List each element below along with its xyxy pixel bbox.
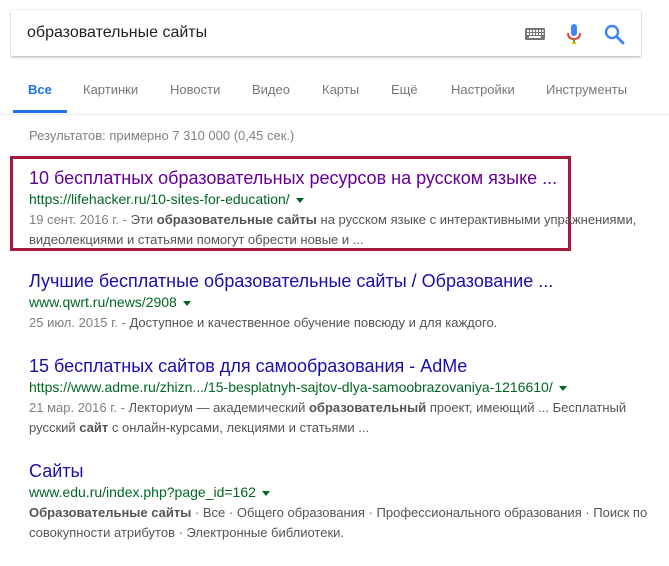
caret-down-icon[interactable] <box>261 490 270 496</box>
search-box <box>11 10 641 56</box>
search-result: Сайты www.edu.ru/index.php?page_id=162 О… <box>29 460 649 543</box>
result-url-line: www.qwrt.ru/news/2908 <box>29 293 649 311</box>
caret-down-icon[interactable] <box>182 300 191 306</box>
result-url-line: https://lifehacker.ru/10-sites-for-educa… <box>29 190 649 208</box>
result-title-link[interactable]: 15 бесплатных сайтов для самообразования… <box>29 355 649 377</box>
snippet-keyword: Образовательные сайты <box>29 505 192 520</box>
search-icon[interactable] <box>602 22 626 46</box>
result-url-line: https://www.adme.ru/zhizn.../15-besplatn… <box>29 378 649 396</box>
tab-images[interactable]: Картинки <box>83 82 138 97</box>
search-result: 10 бесплатных образовательных ресурсов н… <box>29 167 649 250</box>
active-tab-indicator <box>13 110 67 113</box>
search-input[interactable] <box>27 10 497 56</box>
tab-more[interactable]: Ещё <box>391 82 418 97</box>
result-title-link[interactable]: Сайты <box>29 460 649 482</box>
snippet-text: Доступное и качественное обучение повсюд… <box>129 315 498 330</box>
snippet-text: Лекториум — академический <box>128 400 309 415</box>
search-result: 15 бесплатных сайтов для самообразования… <box>29 355 649 438</box>
search-tabs: Все Картинки Новости Видео Карты Ещё Нас… <box>0 70 669 115</box>
tab-tools[interactable]: Инструменты <box>546 82 627 97</box>
snippet-keyword: образовательные сайты <box>156 212 317 227</box>
tab-all[interactable]: Все <box>28 82 52 97</box>
result-date: 21 мар. 2016 г. - <box>29 400 129 415</box>
snippet-text: Эти <box>130 212 157 227</box>
caret-down-icon[interactable] <box>558 385 567 391</box>
result-snippet: 25 июл. 2015 г. - Доступное и качественн… <box>29 313 649 333</box>
tab-video[interactable]: Видео <box>252 82 290 97</box>
result-url-line: www.edu.ru/index.php?page_id=162 <box>29 483 649 501</box>
result-snippet: 21 мар. 2016 г. - Лекториум — академичес… <box>29 398 649 438</box>
search-result: Лучшие бесплатные образовательные сайты … <box>29 270 649 333</box>
caret-down-icon[interactable] <box>295 197 304 203</box>
result-url[interactable]: https://www.adme.ru/zhizn.../15-besplatn… <box>29 379 553 395</box>
result-snippet: 19 сент. 2016 г. - Эти образовательные с… <box>29 210 649 250</box>
result-stats: Результатов: примерно 7 310 000 (0,45 се… <box>29 128 295 143</box>
result-title-link[interactable]: Лучшие бесплатные образовательные сайты … <box>29 270 649 292</box>
result-date: 25 июл. 2015 г. - <box>29 315 130 330</box>
microphone-icon[interactable] <box>562 22 586 46</box>
snippet-text: с онлайн-курсами, лекциями и статьями ..… <box>108 420 370 435</box>
snippet-keyword: сайт <box>79 420 109 435</box>
result-url[interactable]: https://lifehacker.ru/10-sites-for-educa… <box>29 191 290 207</box>
result-snippet: Образовательные сайты · Все · Общего обр… <box>29 503 649 543</box>
tab-settings[interactable]: Настройки <box>451 82 515 97</box>
result-url[interactable]: www.qwrt.ru/news/2908 <box>29 294 177 310</box>
result-title-link[interactable]: 10 бесплатных образовательных ресурсов н… <box>29 167 649 189</box>
tab-news[interactable]: Новости <box>170 82 220 97</box>
keyboard-icon[interactable] <box>523 22 547 46</box>
snippet-keyword: образовательный <box>308 400 427 415</box>
result-url[interactable]: www.edu.ru/index.php?page_id=162 <box>29 484 256 500</box>
tab-maps[interactable]: Карты <box>322 82 359 97</box>
result-date: 19 сент. 2016 г. - <box>29 212 131 227</box>
